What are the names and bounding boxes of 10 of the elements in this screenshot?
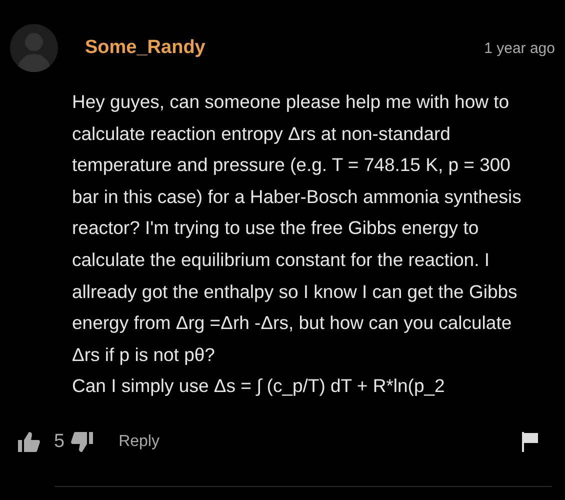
thumbs-up-icon[interactable] — [18, 432, 40, 452]
timestamp: 1 year ago — [484, 40, 555, 56]
comment-text: Can I simply use Δs = ∫ (c_p/T) dT + R*ln(p_2 — [72, 374, 446, 398]
flag-icon[interactable] — [521, 432, 539, 452]
thumbs-down-icon[interactable] — [70, 432, 93, 452]
like-count: 5 — [54, 430, 65, 453]
comment-text: Hey guyes, can someone please help me with how to calculate reaction entropy Δrs at non-standard temperature and pressure (e.g. T = 748.15 K, p = 300 bar in this case) for a Haber-Bosch ammonia synthesis reactor? I'm trying to use the free Gibbs energy to calculate the equilibrium constant for the reaction. I allready got the enthalpy so I know I can get the Gibbs energy from Δrg =Δrh -Δrs, but how can you calculate Δrs if p is not pθ? — [72, 90, 522, 367]
author-name[interactable]: Some_Randy — [85, 37, 484, 59]
avatar-icon — [10, 24, 58, 72]
reply-button[interactable]: Reply — [118, 432, 160, 451]
